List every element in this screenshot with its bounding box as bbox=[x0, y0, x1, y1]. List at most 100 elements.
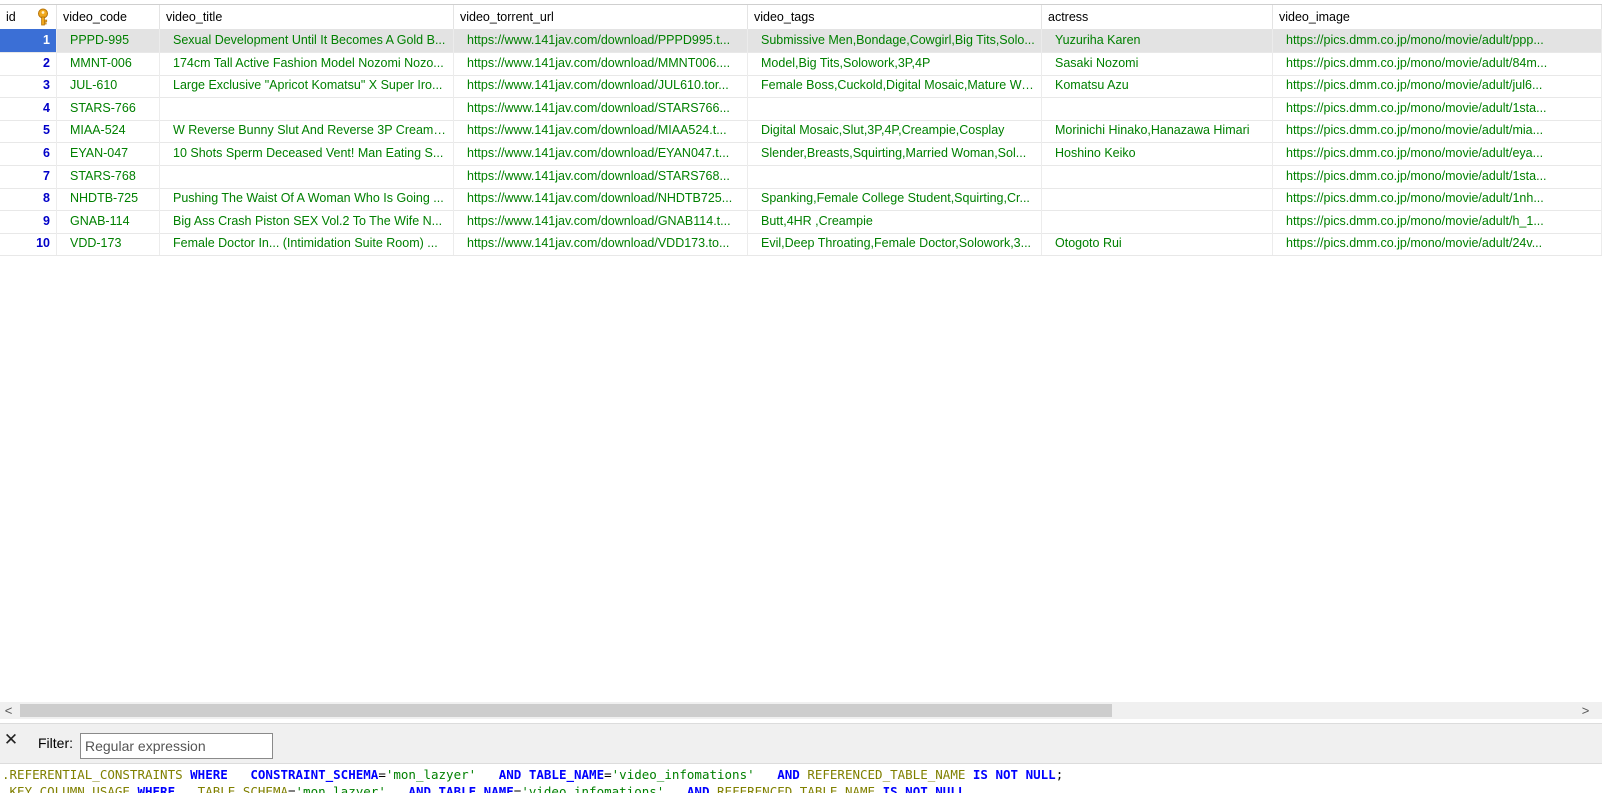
cell-video-torrent-url[interactable]: https://www.141jav.com/download/STARS766… bbox=[454, 96, 748, 120]
column-header-video-code[interactable]: video_code bbox=[57, 5, 160, 29]
table-row[interactable]: 8 NHDTB-725 Pushing The Waist Of A Woman W… bbox=[0, 187, 1602, 212]
scroll-right-arrow-icon[interactable]: > bbox=[1577, 702, 1594, 719]
cell-actress[interactable]: Komatsu Azu bbox=[1042, 74, 1273, 98]
cell-video-code[interactable]: MIAA-524 bbox=[57, 119, 160, 143]
cell-video-tags[interactable] bbox=[748, 96, 1042, 120]
cell-video-title[interactable]: W Reverse Bunny Slut And Reverse 3P Crea… bbox=[160, 119, 454, 143]
cell-actress[interactable] bbox=[1042, 96, 1273, 120]
horizontal-scrollbar[interactable]: < > bbox=[0, 702, 1602, 719]
column-header-video-title[interactable]: video_title bbox=[160, 5, 454, 29]
table-row[interactable]: 3 JUL-610 Large Exclusive "Apricot Komatsu… bbox=[0, 74, 1602, 99]
table-row[interactable]: 1 PPPD-995 Sexual Development Until It Bec… bbox=[0, 29, 1602, 53]
table-row[interactable]: 5 MIAA-524 W Reverse Bunny Slut And Revers… bbox=[0, 119, 1602, 144]
cell-video-image[interactable]: https://pics.dmm.co.jp/mono/movie/adult/… bbox=[1273, 29, 1602, 52]
cell-id[interactable]: 2 bbox=[0, 51, 57, 75]
sql-token: 'video_infomations' bbox=[611, 767, 755, 782]
cell-video-code[interactable]: STARS-766 bbox=[57, 96, 160, 120]
cell-video-tags[interactable] bbox=[748, 164, 1042, 188]
cell-video-code[interactable]: PPPD-995 bbox=[57, 29, 160, 52]
cell-video-image[interactable]: https://pics.dmm.co.jp/mono/movie/adult/… bbox=[1273, 232, 1602, 256]
column-header-video-torrent-url[interactable]: video_torrent_url bbox=[454, 5, 748, 29]
cell-video-torrent-url[interactable]: https://www.141jav.com/download/PPPD995.… bbox=[454, 29, 748, 52]
table-row[interactable]: 2 MMNT-006 174cm Tall Active Fashion Model… bbox=[0, 51, 1602, 76]
column-header-video-tags[interactable]: video_tags bbox=[748, 5, 1042, 29]
cell-actress[interactable] bbox=[1042, 187, 1273, 211]
cell-video-title[interactable] bbox=[160, 164, 454, 188]
cell-video-image[interactable]: https://pics.dmm.co.jp/mono/movie/adult/… bbox=[1273, 119, 1602, 143]
cell-video-torrent-url[interactable]: https://www.141jav.com/download/EYAN047.… bbox=[454, 142, 748, 165]
cell-video-tags[interactable]: Submissive Men,Bondage,Cowgirl,Big Tits,… bbox=[748, 29, 1042, 52]
cell-video-tags[interactable]: Slender,Breasts,Squirting,Married Woman,… bbox=[748, 142, 1042, 165]
sql-token: CONSTRAINT_SCHEMA bbox=[227, 767, 379, 782]
cell-video-tags[interactable]: Evil,Deep Throating,Female Doctor,Solowo… bbox=[748, 232, 1042, 256]
cell-id[interactable]: 4 bbox=[0, 96, 57, 120]
cell-id[interactable]: 5 bbox=[0, 119, 57, 143]
cell-video-title[interactable]: Pushing The Waist Of A Woman Who Is Goin… bbox=[160, 187, 454, 211]
cell-video-title[interactable]: Female Doctor In... (Intimidation Suite … bbox=[160, 232, 454, 256]
table-row[interactable]: 9 GNAB-114 Big Ass Crash Piston SEX Vol.2 … bbox=[0, 209, 1602, 234]
filter-input[interactable] bbox=[80, 733, 273, 759]
cell-actress[interactable]: Morinichi Hinako,Hanazawa Himari bbox=[1042, 119, 1273, 143]
cell-actress[interactable] bbox=[1042, 209, 1273, 233]
cell-video-title[interactable]: 174cm Tall Active Fashion Model Nozomi N… bbox=[160, 51, 454, 75]
cell-video-code[interactable]: MMNT-006 bbox=[57, 51, 160, 75]
cell-video-image[interactable]: https://pics.dmm.co.jp/mono/movie/adult/… bbox=[1273, 187, 1602, 211]
cell-video-code[interactable]: VDD-173 bbox=[57, 232, 160, 256]
scroll-left-arrow-icon[interactable]: < bbox=[0, 702, 17, 719]
cell-video-tags[interactable]: Female Boss,Cuckold,Digital Mosaic,Matur… bbox=[748, 74, 1042, 98]
cell-video-tags[interactable]: Digital Mosaic,Slut,3P,4P,Creampie,Cospl… bbox=[748, 119, 1042, 143]
cell-video-torrent-url[interactable]: https://www.141jav.com/download/STARS768… bbox=[454, 164, 748, 188]
cell-video-tags[interactable]: Spanking,Female College Student,Squirtin… bbox=[748, 187, 1042, 211]
cell-video-image[interactable]: https://pics.dmm.co.jp/mono/movie/adult/… bbox=[1273, 96, 1602, 120]
cell-video-code[interactable]: STARS-768 bbox=[57, 164, 160, 188]
cell-actress[interactable]: Hoshino Keiko bbox=[1042, 142, 1273, 165]
cell-video-torrent-url[interactable]: https://www.141jav.com/download/VDD173.t… bbox=[454, 232, 748, 256]
results-grid[interactable]: video_image actress video_tags video_torren… bbox=[0, 4, 1602, 702]
cell-actress[interactable] bbox=[1042, 164, 1273, 188]
cell-actress[interactable]: Sasaki Nozomi bbox=[1042, 51, 1273, 75]
table-row[interactable]: 6 EYAN-047 10 Shots Sperm Deceased Vent! M… bbox=[0, 142, 1602, 166]
cell-id[interactable]: 1 bbox=[0, 29, 57, 52]
cell-video-image[interactable]: https://pics.dmm.co.jp/mono/movie/adult/… bbox=[1273, 142, 1602, 165]
sql-token: AND bbox=[754, 767, 808, 782]
table-row[interactable]: 7 STARS-768 https://www.141jav.com/downloa… bbox=[0, 164, 1602, 189]
cell-video-code[interactable]: GNAB-114 bbox=[57, 209, 160, 233]
cell-video-image[interactable]: https://pics.dmm.co.jp/mono/movie/adult/… bbox=[1273, 209, 1602, 233]
cell-video-image[interactable]: https://pics.dmm.co.jp/mono/movie/adult/… bbox=[1273, 164, 1602, 188]
cell-video-title[interactable]: 10 Shots Sperm Deceased Vent! Man Eating… bbox=[160, 142, 454, 165]
cell-id[interactable]: 8 bbox=[0, 187, 57, 211]
cell-video-title[interactable]: Big Ass Crash Piston SEX Vol.2 To The Wi… bbox=[160, 209, 454, 233]
cell-video-image[interactable]: https://pics.dmm.co.jp/mono/movie/adult/… bbox=[1273, 74, 1602, 98]
cell-actress[interactable]: Yuzuriha Karen bbox=[1042, 29, 1273, 52]
cell-video-torrent-url[interactable]: https://www.141jav.com/download/JUL610.t… bbox=[454, 74, 748, 98]
cell-video-torrent-url[interactable]: https://www.141jav.com/download/MIAA524.… bbox=[454, 119, 748, 143]
column-header-actress[interactable]: actress bbox=[1042, 5, 1273, 29]
cell-video-code[interactable]: NHDTB-725 bbox=[57, 187, 160, 211]
cell-video-title[interactable] bbox=[160, 96, 454, 120]
cell-video-title[interactable]: Sexual Development Until It Becomes A Go… bbox=[160, 29, 454, 52]
cell-id[interactable]: 10 bbox=[0, 232, 57, 256]
cell-video-tags[interactable]: Butt,4HR ,Creampie bbox=[748, 209, 1042, 233]
sql-token: WHERE bbox=[190, 767, 228, 782]
cell-video-torrent-url[interactable]: https://www.141jav.com/download/MMNT006.… bbox=[454, 51, 748, 75]
cell-id[interactable]: 6 bbox=[0, 142, 57, 165]
cell-id[interactable]: 3 bbox=[0, 74, 57, 98]
column-header-video-image[interactable]: video_image bbox=[1273, 5, 1602, 29]
cell-actress[interactable]: Otogoto Rui bbox=[1042, 232, 1273, 256]
cell-video-torrent-url[interactable]: https://www.141jav.com/download/GNAB114.… bbox=[454, 209, 748, 233]
sql-token: AND bbox=[476, 767, 529, 782]
cell-video-tags[interactable]: Model,Big Tits,Solowork,3P,4P bbox=[748, 51, 1042, 75]
cell-id[interactable]: 9 bbox=[0, 209, 57, 233]
cell-video-code[interactable]: EYAN-047 bbox=[57, 142, 160, 165]
cell-video-title[interactable]: Large Exclusive "Apricot Komatsu" X Supe… bbox=[160, 74, 454, 98]
cell-video-image[interactable]: https://pics.dmm.co.jp/mono/movie/adult/… bbox=[1273, 51, 1602, 75]
table-row[interactable]: 10 VDD-173 Female Doctor In... (Intimidati… bbox=[0, 232, 1602, 257]
sql-editor[interactable]: .REFERENTIAL_CONSTRAINTS WHERE CONSTRAIN… bbox=[0, 763, 1602, 793]
close-filter-icon[interactable]: ✕ bbox=[2, 730, 20, 750]
table-row[interactable]: 4 STARS-766 https://www.141jav.com/downloa… bbox=[0, 96, 1602, 121]
grid-header: video_image actress video_tags video_torren… bbox=[0, 5, 1602, 30]
cell-video-code[interactable]: JUL-610 bbox=[57, 74, 160, 98]
cell-id[interactable]: 7 bbox=[0, 164, 57, 188]
scrollbar-thumb[interactable] bbox=[20, 704, 1112, 717]
cell-video-torrent-url[interactable]: https://www.141jav.com/download/NHDTB725… bbox=[454, 187, 748, 211]
